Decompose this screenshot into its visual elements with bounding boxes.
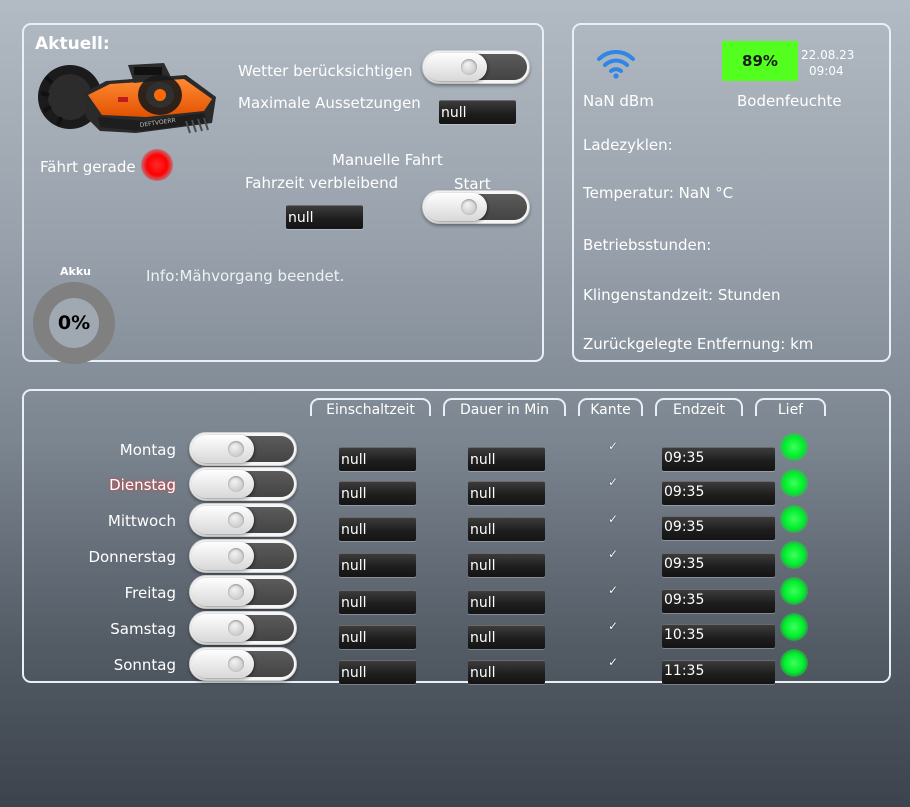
- battery-gauge: 0%: [33, 282, 115, 364]
- day-label: Mittwoch: [107, 512, 176, 529]
- edge-checkbox[interactable]: ✓: [607, 440, 619, 452]
- end-time-field[interactable]: 11:35: [662, 660, 775, 684]
- signal-strength-text: NaN dBm: [583, 92, 654, 110]
- edge-checkbox[interactable]: ✓: [607, 548, 619, 560]
- temperature-text: Temperatur: NaN °C: [583, 184, 734, 202]
- manual-drive-label: Manuelle Fahrt: [332, 151, 443, 169]
- status-indicator-light: [141, 149, 173, 181]
- header-running: Lief: [755, 398, 826, 416]
- end-time-field[interactable]: 09:35: [662, 447, 775, 471]
- current-title: Aktuell:: [35, 34, 110, 54]
- edge-checkbox[interactable]: ✓: [607, 476, 619, 488]
- device-info-panel: NaN dBm 89% 22.08.23 09:04 Bodenfeuchte …: [572, 23, 891, 362]
- day-toggle-knob[interactable]: [192, 650, 254, 678]
- battery-gauge-inner: 0%: [49, 298, 99, 348]
- day-toggle-knob[interactable]: [192, 578, 254, 606]
- header-duration: Dauer in Min: [443, 398, 566, 416]
- duration-field[interactable]: null: [468, 517, 545, 541]
- duration-field[interactable]: null: [468, 590, 545, 614]
- edge-checkbox[interactable]: ✓: [607, 584, 619, 596]
- edge-checkbox[interactable]: ✓: [607, 620, 619, 632]
- battery-label: Akku: [60, 265, 91, 278]
- start-time-field[interactable]: null: [339, 625, 416, 649]
- running-indicator-light: [780, 649, 808, 677]
- duration-field[interactable]: null: [468, 553, 545, 577]
- duration-field[interactable]: null: [468, 447, 545, 471]
- day-toggle-knob[interactable]: [192, 542, 254, 570]
- day-toggle-knob[interactable]: [192, 470, 254, 498]
- mower-image: DEFTVOERR: [38, 63, 216, 134]
- header-start-time: Einschaltzeit: [310, 398, 431, 416]
- time-text: 09:04: [809, 64, 844, 75]
- current-status-panel: Aktuell: DEFTVOERR Fährt gerade Wetter b…: [22, 23, 544, 364]
- manual-start-toggle[interactable]: [422, 190, 530, 224]
- end-time-field[interactable]: 09:35: [662, 553, 775, 577]
- status-text: Fährt gerade: [40, 158, 136, 176]
- max-pause-field[interactable]: null: [439, 100, 516, 124]
- start-time-field[interactable]: null: [339, 553, 416, 577]
- soil-moisture-label: Bodenfeuchte: [737, 92, 842, 110]
- running-indicator-light: [780, 541, 808, 569]
- info-text: Info:Mähvorgang beendet.: [146, 267, 345, 285]
- day-toggle[interactable]: [189, 575, 297, 609]
- distance-value: Zurückgelegte Entfernung: km: [583, 335, 814, 352]
- day-label: Sonntag: [113, 656, 176, 673]
- start-time-field[interactable]: null: [339, 517, 416, 541]
- duration-field[interactable]: null: [468, 660, 545, 684]
- start-time-field[interactable]: null: [339, 481, 416, 505]
- running-indicator-light: [780, 613, 808, 641]
- duration-field[interactable]: null: [468, 481, 545, 505]
- header-end-time: Endzeit: [655, 398, 743, 416]
- start-time-field[interactable]: null: [339, 590, 416, 614]
- day-label: Dienstag: [109, 476, 176, 493]
- charge-cycles-text: Ladezyklen:: [583, 136, 673, 154]
- start-time-field[interactable]: null: [339, 660, 416, 684]
- end-time-field[interactable]: 09:35: [662, 516, 775, 540]
- day-label: Freitag: [124, 584, 176, 601]
- remaining-time-label: Fahrzeit verbleibend: [245, 174, 399, 192]
- start-time-field[interactable]: null: [339, 447, 416, 471]
- edge-checkbox[interactable]: ✓: [607, 513, 619, 525]
- remaining-time-field[interactable]: null: [286, 205, 363, 229]
- soil-moisture-value: 89%: [742, 52, 778, 70]
- end-time-field[interactable]: 09:35: [662, 589, 775, 613]
- manual-start-toggle-knob[interactable]: [425, 193, 487, 221]
- day-toggle[interactable]: [189, 467, 297, 501]
- distance-text: Zurückgelegte Entfernung: km: [583, 334, 813, 352]
- duration-field[interactable]: null: [468, 625, 545, 649]
- running-indicator-light: [780, 469, 808, 497]
- date-text: 22.08.23: [801, 48, 855, 62]
- edge-checkbox[interactable]: ✓: [607, 656, 619, 668]
- end-time-field[interactable]: 10:35: [662, 624, 775, 648]
- day-toggle-knob[interactable]: [192, 435, 254, 463]
- max-pause-label: Maximale Aussetzungen: [238, 94, 421, 112]
- header-edge: Kante: [578, 398, 643, 416]
- blade-time-text: Klingenstandzeit: Stunden: [583, 286, 781, 304]
- running-indicator-light: [780, 505, 808, 533]
- day-toggle[interactable]: [189, 432, 297, 466]
- day-toggle-knob[interactable]: [192, 506, 254, 534]
- day-label: Donnerstag: [88, 548, 176, 565]
- day-label: Montag: [119, 441, 176, 458]
- running-indicator-light: [780, 577, 808, 605]
- operating-hours-text: Betriebsstunden:: [583, 236, 712, 254]
- soil-moisture-badge: 89%: [722, 41, 798, 81]
- time-value: 09:04: [809, 64, 844, 75]
- wifi-icon: [597, 49, 635, 79]
- day-toggle-knob[interactable]: [192, 614, 254, 642]
- battery-value: 0%: [57, 312, 91, 334]
- day-toggle[interactable]: [189, 503, 297, 537]
- weather-toggle[interactable]: [422, 50, 530, 84]
- day-toggle[interactable]: [189, 647, 297, 681]
- day-toggle[interactable]: [189, 611, 297, 645]
- weather-label: Wetter berücksichtigen: [238, 62, 413, 80]
- weather-toggle-knob[interactable]: [425, 53, 487, 81]
- end-time-field[interactable]: 09:35: [662, 481, 775, 505]
- day-toggle[interactable]: [189, 539, 297, 573]
- running-indicator-light: [780, 433, 808, 461]
- day-label: Samstag: [110, 620, 176, 637]
